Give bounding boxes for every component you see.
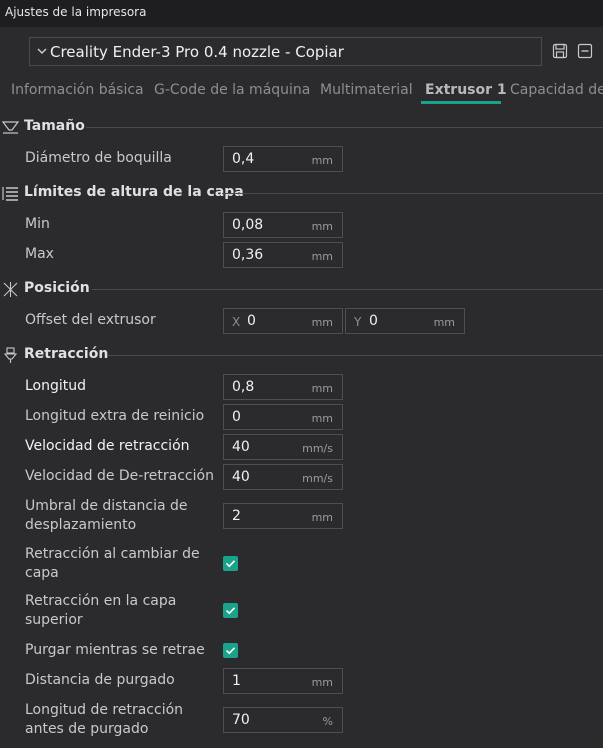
settings-tabs: Información básica G-Code de la máquina … — [0, 82, 603, 104]
nozzle-diameter-input[interactable]: 0,4 mm — [223, 146, 343, 172]
axis-label: Y — [354, 315, 362, 329]
label-line: Retracción al cambiar de — [25, 546, 200, 562]
field-unit: mm — [311, 412, 333, 425]
field-unit: mm — [433, 316, 455, 329]
field-value: 0 — [369, 313, 378, 329]
nozzle-size-icon — [1, 121, 20, 134]
section-divider — [108, 355, 603, 356]
section-divider — [222, 193, 603, 194]
field-unit: mm — [311, 220, 333, 233]
layer-height-icon — [2, 187, 18, 201]
deretraction-speed-label: Velocidad de De-retracción — [25, 468, 214, 484]
field-unit: mm — [311, 154, 333, 167]
tab-extruder-1[interactable]: Extrusor 1 — [425, 82, 507, 98]
retraction-length-label: Longitud — [25, 378, 87, 394]
section-divider — [92, 289, 603, 290]
travel-threshold-label: Umbral de distancia de desplazamiento — [25, 497, 188, 535]
section-layer-height: Límites de altura de la capa — [0, 184, 603, 202]
wipe-label: Purgar mientras se retrae — [25, 642, 205, 658]
field-value: 0,36 — [232, 247, 264, 263]
retract-before-wipe-input[interactable]: 70 % — [223, 707, 343, 733]
field-unit: mm — [311, 382, 333, 395]
tab-basic-info[interactable]: Información básica — [11, 82, 144, 98]
wipe-distance-input[interactable]: 1 mm — [223, 668, 343, 694]
layer-max-input[interactable]: 0,36 mm — [223, 242, 343, 268]
layer-min-input[interactable]: 0,08 mm — [223, 212, 343, 238]
field-value: 0,08 — [232, 217, 264, 233]
restart-extra-input[interactable]: 0 mm — [223, 404, 343, 430]
section-divider — [86, 127, 603, 128]
section-title: Tamaño — [24, 118, 85, 134]
chevron-down-icon — [37, 48, 47, 54]
section-title: Posición — [24, 280, 90, 296]
travel-threshold-input[interactable]: 2 mm — [223, 503, 343, 529]
label-line: Longitud de retracción — [25, 702, 184, 718]
layer-max-label: Max — [25, 246, 54, 262]
retract-top-layer-label: Retracción en la capa superior — [25, 592, 176, 630]
wipe-distance-label: Distancia de purgado — [25, 672, 175, 688]
field-unit: mm/s — [302, 442, 333, 455]
retraction-speed-input[interactable]: 40 mm/s — [223, 434, 343, 460]
label-line: antes de purgado — [25, 721, 149, 737]
retract-layer-change-label: Retracción al cambiar de capa — [25, 545, 200, 583]
window-titlebar: Ajustes de la impresora — [0, 0, 603, 27]
field-unit: mm — [311, 511, 333, 524]
field-value: 0 — [247, 313, 256, 329]
field-value: 2 — [232, 508, 241, 524]
offset-y-input[interactable]: Y 0 mm — [345, 308, 465, 334]
preset-name: Creality Ender-3 Pro 0.4 nozzle - Copiar — [50, 43, 344, 61]
retraction-icon — [3, 347, 18, 363]
field-unit: mm — [311, 250, 333, 263]
deretraction-speed-input[interactable]: 40 mm/s — [223, 464, 343, 490]
save-icon[interactable] — [552, 43, 568, 59]
field-value: 40 — [232, 469, 250, 485]
tab-capacity[interactable]: Capacidad de — [510, 82, 603, 98]
section-title: Retracción — [24, 346, 109, 362]
label-line: desplazamiento — [25, 517, 137, 533]
checkmark-icon — [225, 647, 236, 655]
position-icon — [3, 282, 18, 297]
field-value: 1 — [232, 673, 241, 689]
label-line: Retracción en la capa — [25, 593, 177, 609]
retract-top-layer-checkbox[interactable] — [223, 603, 238, 618]
field-unit: mm — [311, 316, 333, 329]
window-title: Ajustes de la impresora — [5, 5, 147, 19]
field-value: 0 — [232, 409, 241, 425]
field-value: 40 — [232, 439, 250, 455]
field-value: 0,8 — [232, 379, 255, 395]
axis-label: X — [232, 315, 241, 329]
active-tab-indicator — [421, 101, 501, 104]
preset-dropdown[interactable]: Creality Ender-3 Pro 0.4 nozzle - Copiar — [29, 37, 542, 66]
checkmark-icon — [225, 607, 236, 615]
label-line: superior — [25, 612, 83, 628]
layer-min-label: Min — [25, 216, 50, 232]
section-size: Tamaño — [0, 118, 603, 136]
checkmark-icon — [225, 560, 236, 568]
field-unit: mm — [311, 676, 333, 689]
label-line: capa — [25, 565, 59, 581]
retract-layer-change-checkbox[interactable] — [223, 556, 238, 571]
field-unit: mm/s — [302, 472, 333, 485]
nozzle-diameter-label: Diámetro de boquilla — [25, 150, 172, 166]
retraction-length-input[interactable]: 0,8 mm — [223, 374, 343, 400]
field-value: 70 — [232, 712, 250, 728]
offset-x-input[interactable]: X 0 mm — [223, 308, 343, 334]
retract-before-wipe-label: Longitud de retracción antes de purgado — [25, 701, 183, 739]
label-line: Umbral de distancia de — [25, 498, 188, 514]
remove-preset-icon[interactable] — [577, 43, 593, 59]
wipe-checkbox[interactable] — [223, 643, 238, 658]
restart-extra-label: Longitud extra de reinicio — [25, 408, 205, 424]
section-title: Límites de altura de la capa — [24, 184, 244, 200]
tab-multimaterial[interactable]: Multimaterial — [320, 82, 413, 98]
field-value: 0,4 — [232, 151, 255, 167]
field-unit: % — [322, 715, 333, 728]
extruder-offset-label: Offset del extrusor — [25, 312, 156, 328]
retraction-speed-label: Velocidad de retracción — [25, 438, 190, 454]
section-position: Posición — [0, 280, 603, 298]
tab-machine-gcode[interactable]: G-Code de la máquina — [154, 82, 310, 98]
section-retraction: Retracción — [0, 346, 603, 364]
